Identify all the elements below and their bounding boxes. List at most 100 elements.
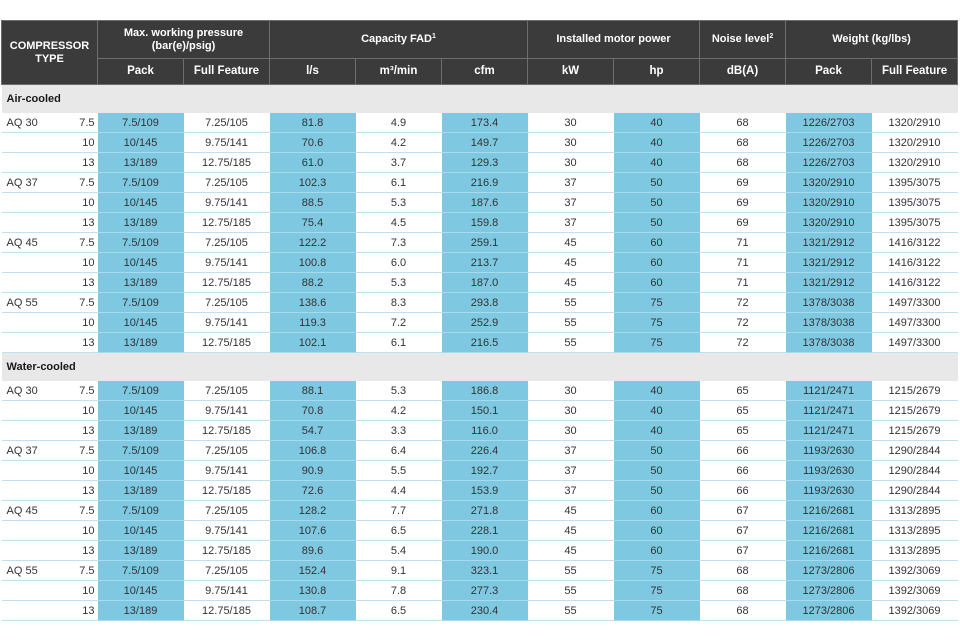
weight-pack-cell: 1321/2912 [785,232,872,253]
weight-pack-cell: 1216/2681 [785,540,872,561]
capacity-ls-cell: 108.7 [269,600,356,621]
pressure-pack-cell: 13/189 [97,272,184,293]
pressure-pack-cell: 10/145 [97,252,184,273]
pressure-pack-cell: 10/145 [97,400,184,421]
pressure-pack-cell: 13/189 [97,332,184,353]
capacity-m3min-cell: 4.2 [355,132,442,153]
weight-pack-cell: 1121/2471 [785,400,872,421]
section-row: Air-cooled [1,84,958,113]
pressure-pack-cell: 10/145 [97,520,184,541]
model-cell [1,540,66,561]
capacity-cfm-cell: 271.8 [441,500,528,521]
capacity-cfm-cell: 159.8 [441,212,528,233]
pressure-pack-cell: 7.5/109 [97,380,184,401]
motor-hp-cell: 50 [613,172,700,193]
pressure-pack-cell: 7.5/109 [97,440,184,461]
weight-full-feature-cell: 1416/3122 [871,232,958,253]
rated-pressure-cell: 10 [65,520,98,541]
motor-kw-cell: 45 [527,500,614,521]
capacity-m3min-cell: 5.3 [355,272,442,293]
table-row: 10 10/145 9.75/141 130.8 7.8 277.3 55 75 68 1273/… [1,580,958,601]
weight-pack-cell: 1320/2910 [785,172,872,193]
specs-table: COMPRESSOR TYPE Max. working pressure (b… [1,20,959,621]
pressure-pack-cell: 13/189 [97,540,184,561]
pressure-full-feature-cell: 9.75/141 [183,132,270,153]
capacity-m3min-cell: 3.3 [355,420,442,441]
pressure-full-feature-cell: 7.25/105 [183,112,270,133]
table-row: 13 13/189 12.75/185 89.6 5.4 190.0 45 60 67 1216/… [1,540,958,561]
table-row: AQ 37 7.5 7.5/109 7.25/105 102.3 6.1 216.9 37 50… [1,172,958,193]
noise-dba-cell: 67 [699,500,786,521]
capacity-ls-cell: 128.2 [269,500,356,521]
pressure-pack-cell: 13/189 [97,600,184,621]
noise-dba-cell: 72 [699,312,786,333]
noise-dba-cell: 68 [699,132,786,153]
pressure-pack-cell: 13/189 [97,212,184,233]
weight-full-feature-cell: 1320/2910 [871,112,958,133]
model-cell [1,580,66,601]
pressure-pack-cell: 10/145 [97,312,184,333]
rated-pressure-cell: 13 [65,600,98,621]
motor-hp-cell: 40 [613,380,700,401]
pressure-full-feature-cell: 7.25/105 [183,500,270,521]
capacity-m3min-cell: 4.2 [355,400,442,421]
capacity-ls-cell: 70.6 [269,132,356,153]
noise-dba-cell: 68 [699,112,786,133]
capacity-ls-cell: 75.4 [269,212,356,233]
model-cell [1,312,66,333]
rated-pressure-cell: 7.5 [65,112,98,133]
capacity-cfm-cell: 226.4 [441,440,528,461]
weight-full-feature-cell: 1320/2910 [871,152,958,173]
weight-pack-cell: 1273/2806 [785,560,872,581]
motor-kw-cell: 45 [527,272,614,293]
rated-pressure-cell: 13 [65,540,98,561]
weight-full-feature-cell: 1497/3300 [871,332,958,353]
pressure-pack-cell: 10/145 [97,192,184,213]
table-row: 13 13/189 12.75/185 72.6 4.4 153.9 37 50 66 1193/… [1,480,958,501]
capacity-ls-cell: 54.7 [269,420,356,441]
table-row: AQ 37 7.5 7.5/109 7.25/105 106.8 6.4 226.4 37 50… [1,440,958,461]
motor-kw-cell: 37 [527,460,614,481]
header-max-working-pressure: Max. working pressure (bar(e)/psig) [96,20,271,59]
capacity-m3min-cell: 5.4 [355,540,442,561]
capacity-ls-cell: 122.2 [269,232,356,253]
motor-hp-cell: 75 [613,312,700,333]
model-cell: AQ 30 [1,380,66,401]
pressure-full-feature-cell: 9.75/141 [183,520,270,541]
capacity-cfm-cell: 213.7 [441,252,528,273]
rated-pressure-cell: 10 [65,460,98,481]
rated-pressure-cell: 13 [65,272,98,293]
motor-kw-cell: 30 [527,380,614,401]
capacity-m3min-cell: 5.3 [355,380,442,401]
weight-full-feature-cell: 1395/3075 [871,192,958,213]
capacity-m3min-cell: 6.0 [355,252,442,273]
noise-dba-cell: 68 [699,580,786,601]
motor-kw-cell: 45 [527,252,614,273]
pressure-full-feature-cell: 12.75/185 [183,480,270,501]
motor-kw-cell: 37 [527,192,614,213]
model-cell: AQ 45 [1,500,66,521]
capacity-label: Capacity FAD [361,33,433,45]
capacity-ls-cell: 100.8 [269,252,356,273]
noise-dba-cell: 65 [699,420,786,441]
model-cell: AQ 55 [1,560,66,581]
header-noise-level: Noise level2 [699,20,787,59]
weight-full-feature-cell: 1290/2844 [871,480,958,501]
model-cell: AQ 45 [1,232,66,253]
motor-kw-cell: 30 [527,152,614,173]
capacity-cfm-cell: 216.5 [441,332,528,353]
section-title: Air-cooled [1,84,958,113]
capacity-cfm-cell: 153.9 [441,480,528,501]
table-row: 10 10/145 9.75/141 107.6 6.5 228.1 45 60 67 1216/… [1,520,958,541]
rated-pressure-cell: 7.5 [65,232,98,253]
weight-full-feature-cell: 1497/3300 [871,292,958,313]
capacity-ls-cell: 106.8 [269,440,356,461]
motor-hp-cell: 40 [613,400,700,421]
weight-full-feature-cell: 1395/3075 [871,212,958,233]
rated-pressure-cell: 10 [65,192,98,213]
noise-dba-cell: 69 [699,192,786,213]
capacity-m3min-cell: 7.8 [355,580,442,601]
motor-hp-cell: 50 [613,440,700,461]
motor-kw-cell: 45 [527,520,614,541]
weight-full-feature-cell: 1416/3122 [871,252,958,273]
